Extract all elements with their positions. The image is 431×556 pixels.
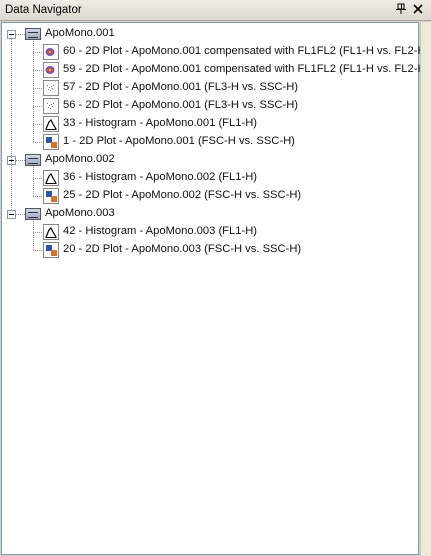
tree-group-row[interactable]: ApoMono.001 <box>2 25 418 43</box>
tree-item-row[interactable]: 42 - Histogram - ApoMono.003 (FL1-H) <box>2 223 418 241</box>
tree-item-row[interactable]: 56 - 2D Plot - ApoMono.001 (FL3-H vs. SS… <box>2 97 418 115</box>
collapse-toggle-icon[interactable] <box>7 30 16 39</box>
dot-plot-icon <box>43 242 59 258</box>
dataset-icon <box>25 28 41 40</box>
dataset-icon <box>25 208 41 220</box>
tree-item-label: 56 - 2D Plot - ApoMono.001 (FL3-H vs. SS… <box>63 99 299 111</box>
tree-group-label: ApoMono.003 <box>45 207 115 219</box>
tree-item-row[interactable]: 33 - Histogram - ApoMono.001 (FL1-H) <box>2 115 418 133</box>
pin-icon[interactable] <box>394 3 408 17</box>
tree-group-label: ApoMono.002 <box>45 153 115 165</box>
collapse-toggle-icon[interactable] <box>7 210 16 219</box>
tree-item-row[interactable]: 36 - Histogram - ApoMono.002 (FL1-H) <box>2 169 418 187</box>
panel-edge <box>420 22 431 556</box>
dot-plot-icon <box>43 188 59 204</box>
tree-item-label: 42 - Histogram - ApoMono.003 (FL1-H) <box>63 225 257 237</box>
dataset-icon <box>25 154 41 166</box>
histogram-icon <box>43 116 59 132</box>
close-icon[interactable] <box>411 3 425 17</box>
tree-group-label: ApoMono.001 <box>45 27 115 39</box>
histogram-icon <box>43 224 59 240</box>
tree-group-row[interactable]: ApoMono.003 <box>2 205 418 223</box>
tree-item-label: 60 - 2D Plot - ApoMono.001 compensated w… <box>63 45 430 57</box>
panel-title: Data Navigator <box>5 4 82 16</box>
density-plot-icon <box>43 62 59 78</box>
tree-item-row[interactable]: 20 - 2D Plot - ApoMono.003 (FSC-H vs. SS… <box>2 241 418 259</box>
tree-item-label: 25 - 2D Plot - ApoMono.002 (FSC-H vs. SS… <box>63 189 302 201</box>
tree-item-label: 36 - Histogram - ApoMono.002 (FL1-H) <box>63 171 257 183</box>
tree-item-row[interactable]: 57 - 2D Plot - ApoMono.001 (FL3-H vs. SS… <box>2 79 418 97</box>
tree-item-label: 59 - 2D Plot - ApoMono.001 compensated w… <box>63 63 430 75</box>
tree-item-row[interactable]: 1 - 2D Plot - ApoMono.001 (FSC-H vs. SSC… <box>2 133 418 151</box>
tree-group-row[interactable]: ApoMono.002 <box>2 151 418 169</box>
scatter-plot-icon <box>43 80 59 96</box>
panel-titlebar: Data Navigator <box>0 0 431 21</box>
tree-item-label: 33 - Histogram - ApoMono.001 (FL1-H) <box>63 117 257 129</box>
dot-plot-icon <box>43 134 59 150</box>
data-tree[interactable]: ApoMono.001 60 - 2D Plot - ApoMono.001 co… <box>1 22 429 555</box>
tree-item-row[interactable]: 59 - 2D Plot - ApoMono.001 compensated w… <box>2 61 429 79</box>
tree-item-row[interactable]: 60 - 2D Plot - ApoMono.001 compensated w… <box>2 43 429 61</box>
density-plot-icon <box>43 44 59 60</box>
histogram-icon <box>43 170 59 186</box>
tree-item-label: 57 - 2D Plot - ApoMono.001 (FL3-H vs. SS… <box>63 81 299 93</box>
tree-item-row[interactable]: 25 - 2D Plot - ApoMono.002 (FSC-H vs. SS… <box>2 187 418 205</box>
data-navigator-panel: Data Navigator ApoMono.001 60 - 2D Plot -… <box>0 0 431 556</box>
scatter-plot-icon <box>43 98 59 114</box>
tree-item-label: 1 - 2D Plot - ApoMono.001 (FSC-H vs. SSC… <box>63 135 295 147</box>
tree-item-label: 20 - 2D Plot - ApoMono.003 (FSC-H vs. SS… <box>63 243 302 255</box>
